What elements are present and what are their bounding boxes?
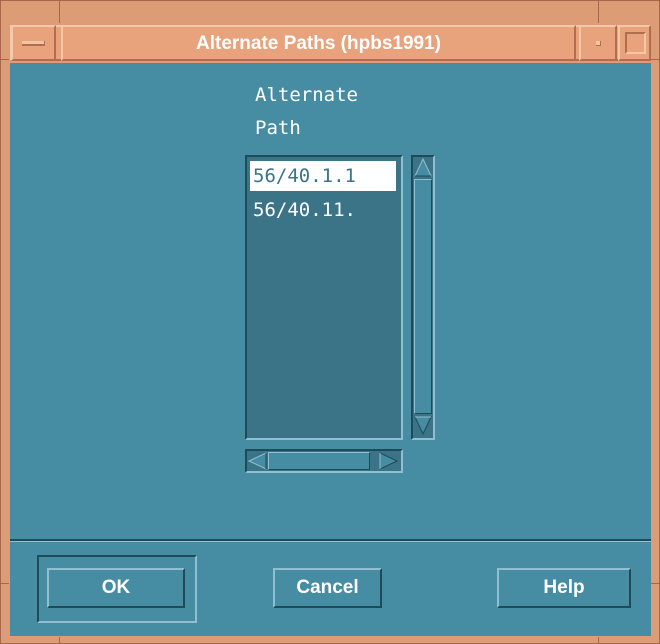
- button-separator: [10, 539, 651, 542]
- resize-handle-right-top[interactable]: [651, 59, 660, 60]
- resize-handle-bottom-left[interactable]: [59, 637, 60, 644]
- arrow-right-icon[interactable]: [379, 452, 398, 470]
- minimize-icon: [596, 41, 601, 46]
- list-item-path-2[interactable]: 56/40.11.: [250, 195, 396, 225]
- alternate-path-list[interactable]: 56/40.1.1 56/40.11.: [245, 155, 403, 440]
- ok-button[interactable]: OK: [47, 568, 185, 608]
- horizontal-scrollbar[interactable]: [245, 449, 403, 473]
- arrow-left-icon[interactable]: [248, 452, 267, 470]
- dialog-body: Alternate Path 56/40.1.1 56/40.11. OK Ca…: [10, 63, 651, 636]
- minimize-button[interactable]: [579, 25, 617, 61]
- help-button[interactable]: Help: [497, 568, 631, 608]
- resize-handle-right-bottom[interactable]: [651, 583, 660, 584]
- window-menu-icon: [22, 41, 45, 46]
- maximize-icon: [625, 32, 646, 54]
- arrow-down-icon[interactable]: [414, 416, 432, 435]
- horizontal-scroll-thumb[interactable]: [268, 452, 370, 470]
- label-line-1: Alternate: [255, 84, 358, 106]
- resize-handle-bottom-right[interactable]: [598, 637, 599, 644]
- vertical-scroll-thumb[interactable]: [414, 179, 432, 414]
- resize-handle-left-top[interactable]: [1, 59, 9, 60]
- window-title[interactable]: Alternate Paths (hpbs1991): [61, 25, 576, 61]
- resize-handle-left-bottom[interactable]: [1, 583, 9, 584]
- vertical-scrollbar[interactable]: [411, 155, 435, 440]
- window-menu-button[interactable]: [11, 25, 56, 61]
- arrow-up-icon[interactable]: [414, 158, 432, 177]
- dialog-window: Alternate Paths (hpbs1991) Alternate Pat…: [0, 0, 660, 644]
- cancel-button[interactable]: Cancel: [273, 568, 382, 608]
- list-item-path-1[interactable]: 56/40.1.1: [250, 161, 396, 191]
- alternate-path-label: Alternate Path: [255, 79, 358, 145]
- maximize-button[interactable]: [618, 25, 651, 61]
- resize-handle-top-right[interactable]: [598, 1, 599, 23]
- resize-handle-top-left[interactable]: [59, 1, 60, 23]
- label-line-2: Path: [255, 117, 301, 139]
